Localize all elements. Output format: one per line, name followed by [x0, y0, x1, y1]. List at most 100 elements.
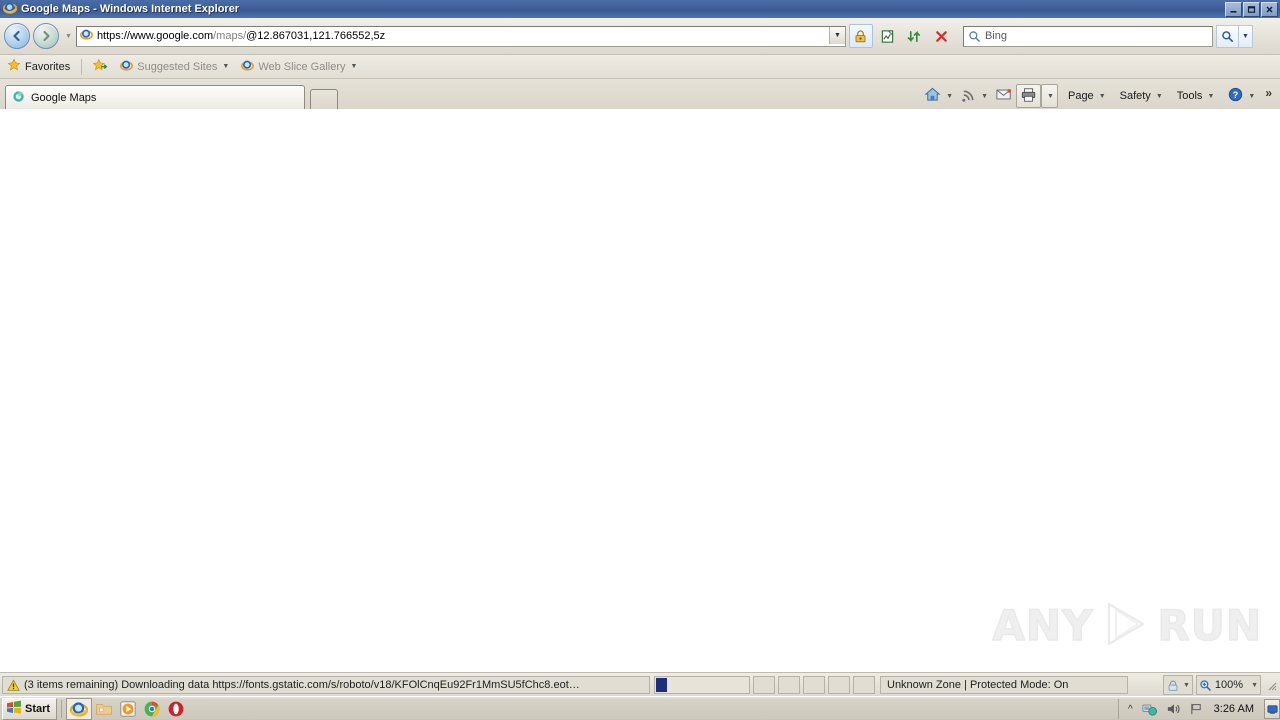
status-bar-right: ▼ 100% ▼ — [1160, 675, 1280, 695]
internet-explorer-icon — [120, 59, 134, 75]
chevron-down-icon[interactable]: ▼ — [981, 93, 988, 100]
progress-bar — [654, 676, 750, 694]
taskbar: Start ^ 3:26 AM — [0, 696, 1280, 720]
web-slice-gallery-label: Web Slice Gallery — [258, 60, 346, 73]
safety-menu-label: Safety — [1119, 90, 1151, 102]
status-pane-4 — [828, 676, 850, 694]
close-button[interactable] — [1261, 2, 1278, 17]
mail-button[interactable] — [992, 84, 1016, 108]
taskbar-opera-icon[interactable] — [164, 699, 188, 719]
web-slice-gallery-item[interactable]: Web Slice Gallery ▼ — [236, 57, 362, 76]
print-options-button[interactable]: ▼ — [1041, 84, 1058, 108]
status-pane-2 — [778, 676, 800, 694]
compatibility-view-icon[interactable] — [876, 24, 900, 48]
favorites-label: Favorites — [25, 60, 71, 73]
quick-launch-separator — [61, 700, 63, 718]
internet-explorer-icon — [241, 59, 255, 75]
tab-label: Google Maps — [31, 91, 97, 104]
status-pane-3 — [803, 676, 825, 694]
favorites-star-icon — [7, 58, 21, 75]
progress-block — [656, 678, 667, 692]
anyrun-play-logo — [1097, 596, 1153, 655]
resize-grip-icon[interactable] — [1265, 679, 1277, 691]
ssl-lock-icon[interactable] — [848, 24, 873, 48]
page-content-area[interactable]: ANY RUN — [0, 109, 1280, 672]
privacy-report-button[interactable]: ▼ — [1162, 675, 1193, 695]
home-button[interactable]: ▼ — [920, 84, 957, 108]
window-controls — [1225, 2, 1278, 17]
chevron-down-icon[interactable]: ▼ — [1183, 682, 1190, 689]
chevron-down-icon[interactable]: ▼ — [1251, 682, 1258, 689]
security-zone-pane[interactable]: Unknown Zone | Protected Mode: On — [880, 676, 1128, 694]
add-to-favorites-bar-button[interactable] — [88, 57, 113, 76]
network-icon[interactable] — [1142, 702, 1158, 717]
desktop-screen: Google Maps - Windows Internet Explorer … — [0, 0, 1280, 720]
home-icon — [924, 86, 941, 106]
favorites-bar: Favorites Suggested Sites ▼ Web Slice Ga… — [0, 55, 1280, 79]
mail-icon — [996, 88, 1012, 104]
google-maps-favicon — [12, 90, 25, 106]
volume-icon[interactable] — [1166, 702, 1181, 716]
start-button[interactable]: Start — [2, 698, 58, 720]
favorites-button[interactable]: Favorites — [2, 57, 75, 76]
address-url-text: https://www.google.com/maps/@12.867031,1… — [96, 30, 386, 42]
tray-expand-icon[interactable]: ^ — [1128, 704, 1133, 715]
command-bar-overflow-icon[interactable]: » — [1265, 86, 1272, 100]
maximize-button[interactable] — [1243, 2, 1260, 17]
taskbar-internet-explorer-icon[interactable] — [66, 698, 93, 720]
search-go-button[interactable] — [1215, 24, 1239, 48]
new-tab-button[interactable] — [310, 89, 338, 109]
chevron-down-icon[interactable]: ▼ — [1047, 93, 1054, 100]
chevron-down-icon[interactable]: ▼ — [222, 63, 229, 70]
tools-menu[interactable]: Tools ▼ — [1173, 84, 1219, 108]
help-icon: ? — [1228, 87, 1243, 105]
status-pane-1 — [753, 676, 775, 694]
chevron-down-icon[interactable]: ▼ — [1099, 93, 1106, 100]
security-zone-label: Unknown Zone | Protected Mode: On — [887, 679, 1069, 691]
minimize-button[interactable] — [1225, 2, 1242, 17]
page-menu[interactable]: Page ▼ — [1064, 84, 1110, 108]
search-placeholder: Bing — [984, 30, 1007, 42]
command-bar: ▼ ▼ ▼ Page ▼ Safety ▼ Tools ▼ ? ▼ » — [920, 83, 1280, 109]
address-bar[interactable]: https://www.google.com/maps/@12.867031,1… — [75, 25, 846, 47]
back-button[interactable] — [4, 23, 30, 49]
window-title: Google Maps - Windows Internet Explorer — [21, 3, 240, 15]
chevron-down-icon[interactable]: ▼ — [1248, 93, 1255, 100]
taskbar-media-player-icon[interactable] — [116, 699, 140, 719]
chevron-down-icon[interactable]: ▼ — [1156, 93, 1163, 100]
tab-bar: Google Maps ▼ ▼ ▼ Page ▼ Safety ▼ Tools … — [0, 79, 1280, 109]
help-menu[interactable]: ? ▼ — [1224, 84, 1259, 108]
recent-pages-caret-icon[interactable]: ▼ — [65, 33, 72, 40]
clock-time[interactable]: 3:26 AM — [1214, 703, 1254, 715]
refresh-icon[interactable] — [903, 24, 927, 48]
taskbar-file-explorer-icon[interactable] — [92, 699, 116, 719]
address-favicon-icon — [79, 28, 93, 44]
start-label: Start — [25, 703, 51, 715]
safety-menu[interactable]: Safety ▼ — [1116, 84, 1167, 108]
search-dropdown-icon[interactable]: ▼ — [1238, 24, 1253, 48]
anyrun-watermark: ANY RUN — [992, 590, 1262, 660]
stop-icon[interactable] — [930, 24, 954, 48]
tools-menu-label: Tools — [1176, 90, 1203, 102]
chevron-down-icon[interactable]: ▼ — [1207, 93, 1214, 100]
forward-button[interactable] — [33, 23, 59, 49]
rss-feed-icon — [961, 87, 976, 105]
chevron-down-icon[interactable]: ▼ — [946, 93, 953, 100]
address-dropdown-icon[interactable]: ▼ — [828, 26, 845, 44]
show-desktop-icon[interactable] — [1264, 699, 1280, 719]
suggested-sites-item[interactable]: Suggested Sites ▼ — [115, 57, 234, 76]
print-button[interactable] — [1016, 84, 1042, 108]
chevron-down-icon[interactable]: ▼ — [351, 63, 358, 70]
windows-flag-icon — [6, 700, 22, 718]
svg-text:?: ? — [1233, 90, 1238, 100]
status-bar: (3 items remaining) Downloading data htt… — [0, 672, 1280, 697]
taskbar-chrome-icon[interactable] — [140, 699, 164, 719]
status-pane-5 — [853, 676, 875, 694]
search-icon — [968, 30, 981, 43]
action-center-flag-icon[interactable] — [1189, 702, 1204, 716]
tab-google-maps[interactable]: Google Maps — [5, 85, 305, 109]
feeds-button[interactable]: ▼ — [957, 84, 992, 108]
navigation-toolbar: ▼ https://www.google.com/maps/@12.867031… — [0, 18, 1280, 55]
search-input[interactable]: Bing — [962, 25, 1213, 47]
zoom-control[interactable]: 100% ▼ — [1195, 675, 1261, 695]
